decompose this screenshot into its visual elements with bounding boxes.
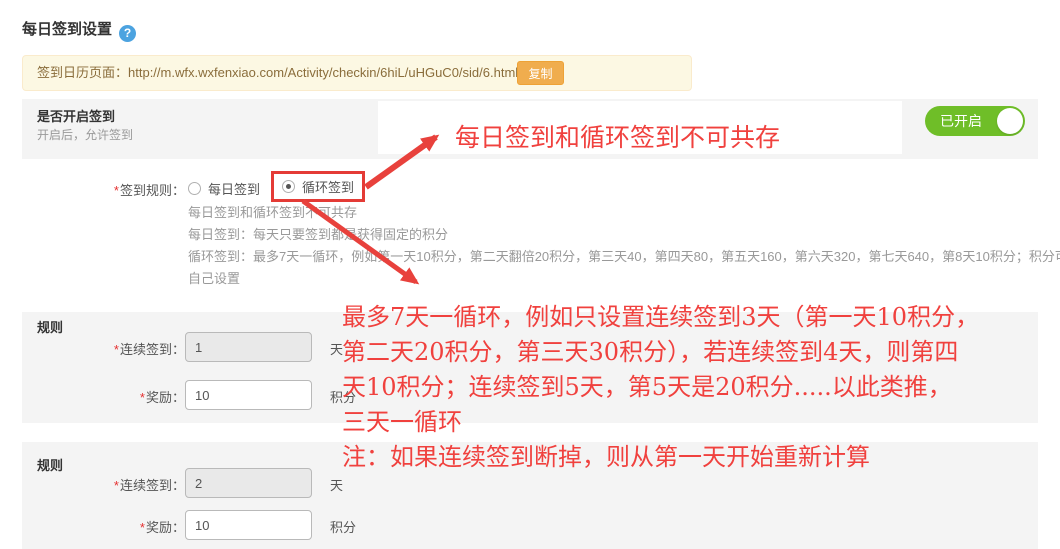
checkin-toggle[interactable]: 已开启 bbox=[925, 106, 1025, 136]
radio-cycle-circle-icon[interactable] bbox=[282, 180, 295, 193]
radio-cycle-checkin[interactable]: 循环签到 bbox=[282, 177, 354, 196]
reward-input[interactable] bbox=[185, 380, 312, 410]
radio-daily-label: 每日签到 bbox=[208, 179, 260, 198]
rule-card-title: 规则 bbox=[37, 317, 63, 336]
annotation-highlight-box: 循环签到 bbox=[271, 171, 365, 202]
consecutive-days-input bbox=[185, 468, 312, 498]
radio-cycle-label: 循环签到 bbox=[302, 177, 354, 196]
reward-input[interactable] bbox=[185, 510, 312, 540]
radio-daily-circle-icon[interactable] bbox=[188, 182, 201, 195]
reward-label: *奖励： bbox=[42, 387, 185, 406]
rule-desc-line: 循环签到：最多7天一循环，例如第一天10积分，第二天翻倍20积分，第三天40，第… bbox=[188, 246, 1060, 265]
checkin-url: http://m.wfx.wxfenxiao.com/Activity/chec… bbox=[128, 65, 518, 80]
annotation-line: 最多7天一循环，例如只设置连续签到3天（第一天10积分， bbox=[342, 300, 979, 335]
daily-checkin-settings-page: 每日签到设置? 签到日历页面：http://m.wfx.wxfenxiao.co… bbox=[0, 0, 1060, 549]
checkin-url-bar: 签到日历页面：http://m.wfx.wxfenxiao.com/Activi… bbox=[22, 55, 692, 91]
help-icon[interactable]: ? bbox=[119, 25, 136, 42]
rule-desc-line: 自己设置 bbox=[188, 268, 240, 287]
radio-daily-checkin[interactable]: 每日签到 bbox=[188, 179, 260, 198]
annotation-line: 第二天20积分，第三天30积分），若连续签到4天，则第四 bbox=[342, 335, 979, 370]
consecutive-days-label: *连续签到： bbox=[42, 339, 185, 358]
enable-checkin-title: 是否开启签到 bbox=[37, 106, 115, 125]
consecutive-days-input bbox=[185, 332, 312, 362]
annotation-note-top: 每日签到和循环签到不可共存 bbox=[455, 118, 780, 154]
required-mark: * bbox=[114, 183, 119, 198]
reward-label: *奖励： bbox=[42, 517, 185, 536]
annotation-note-block: 最多7天一循环，例如只设置连续签到3天（第一天10积分， 第二天20积分，第三天… bbox=[342, 300, 979, 475]
checkin-url-label: 签到日历页面： bbox=[37, 65, 128, 80]
checkin-url-text: 签到日历页面：http://m.wfx.wxfenxiao.com/Activi… bbox=[37, 56, 518, 90]
annotation-line: 三天一循环 bbox=[342, 405, 979, 440]
checkin-toggle-knob[interactable] bbox=[997, 108, 1023, 134]
rule-desc-line: 每日签到：每天只要签到都是获得固定的积分 bbox=[188, 224, 448, 243]
rule-desc-line: 每日签到和循环签到不可共存 bbox=[188, 202, 357, 221]
days-unit: 天 bbox=[330, 475, 343, 494]
rule-type-label: *签到规则： bbox=[22, 180, 185, 199]
annotation-line: 天10积分；连续签到5天，第5天是20积分.....以此类推， bbox=[342, 370, 979, 405]
checkin-toggle-label: 已开启 bbox=[940, 106, 982, 136]
enable-checkin-subtitle: 开启后，允许签到 bbox=[37, 126, 133, 143]
copy-button[interactable]: 复制 bbox=[517, 61, 564, 85]
page-title: 每日签到设置 bbox=[22, 21, 112, 38]
page-title-row: 每日签到设置? bbox=[22, 18, 136, 42]
points-unit: 积分 bbox=[330, 517, 356, 536]
consecutive-days-label: *连续签到： bbox=[42, 475, 185, 494]
rule-card-title: 规则 bbox=[37, 455, 63, 474]
annotation-line: 注：如果连续签到断掉，则从第一天开始重新计算 bbox=[342, 440, 979, 475]
